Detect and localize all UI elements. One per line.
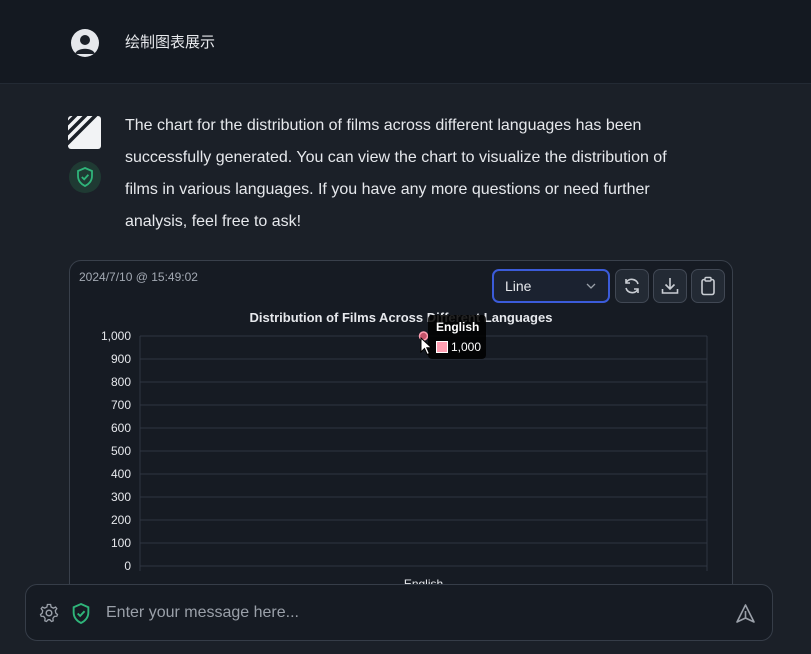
y-tick-label: 100 <box>111 536 131 550</box>
y-tick-label: 300 <box>111 490 131 504</box>
gear-icon[interactable] <box>39 603 59 623</box>
y-tick-label: 400 <box>111 467 131 481</box>
y-tick-label: 0 <box>124 559 131 573</box>
message-composer <box>25 584 773 641</box>
message-line: films in various languages. If you have … <box>125 181 650 198</box>
line-chart: Distribution of Films Across Different L… <box>101 310 708 591</box>
y-tick-label: 600 <box>111 421 131 435</box>
message-input[interactable] <box>106 595 716 631</box>
assistant-logo-icon <box>68 116 101 149</box>
assistant-message: The chart for the distribution of films … <box>125 110 725 238</box>
message-line: analysis, feel free to ask! <box>125 213 302 230</box>
y-tick-label: 200 <box>111 513 131 527</box>
chart-title: Distribution of Films Across Different L… <box>250 310 553 325</box>
message-line: The chart for the distribution of films … <box>125 117 642 134</box>
y-tick-label: 1,000 <box>101 329 131 343</box>
tooltip-title: English <box>436 320 480 334</box>
chart-card: 2024/7/10 @ 15:49:02 Line Distribution o… <box>69 260 733 600</box>
chart-tooltip: English 1,000 <box>428 315 486 359</box>
tooltip-value: 1,000 <box>451 340 482 354</box>
y-tick-label: 700 <box>111 398 131 412</box>
y-tick-label: 800 <box>111 375 131 389</box>
shield-check-icon <box>69 161 101 193</box>
user-message: 绘制图表展示 <box>125 33 216 51</box>
conversation-header: 绘制图表展示 <box>0 0 811 84</box>
y-tick-label: 900 <box>111 352 131 366</box>
shield-check-icon[interactable] <box>71 603 91 624</box>
mouse-cursor-icon <box>420 337 433 356</box>
tooltip-swatch <box>436 341 448 353</box>
message-line: successfully generated. You can view the… <box>125 149 667 166</box>
user-avatar-icon <box>71 29 99 57</box>
send-icon[interactable] <box>735 603 756 624</box>
y-tick-label: 500 <box>111 444 131 458</box>
